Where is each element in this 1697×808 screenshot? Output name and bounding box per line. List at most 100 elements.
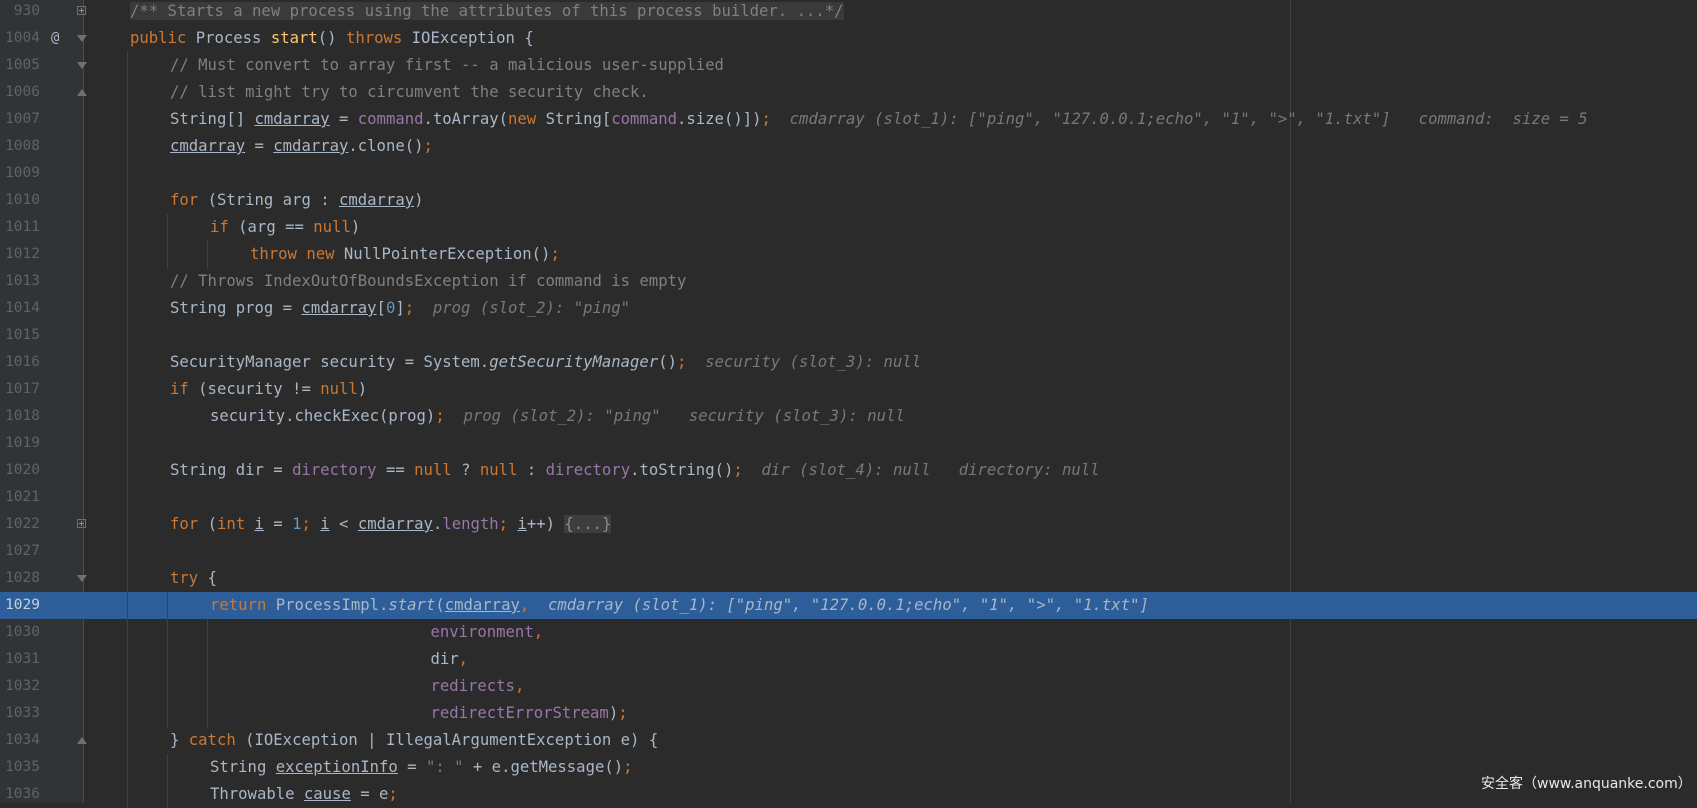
code-line[interactable]: 1031 dir, <box>0 646 1697 673</box>
code-line[interactable]: 1008 cmdarray = cmdarray.clone(); <box>0 133 1697 160</box>
code-line[interactable]: 1005 // Must convert to array first -- a … <box>0 52 1697 79</box>
code-line[interactable]: 1014 String prog = cmdarray[0]; prog (slo… <box>0 295 1697 322</box>
line-number[interactable]: 1018 <box>0 403 40 430</box>
code-token: = <box>263 515 293 533</box>
code-token: redirects <box>430 677 515 695</box>
line-number[interactable]: 1034 <box>0 727 40 754</box>
continuation-indent <box>130 623 430 641</box>
line-number[interactable]: 1029 <box>0 592 40 619</box>
code-line[interactable]: 1022 for (int i = 1; i < cmdarray.length;… <box>0 511 1697 538</box>
code-line[interactable]: 1030 environment, <box>0 619 1697 646</box>
line-number[interactable]: 1035 <box>0 754 40 781</box>
code-line[interactable]: 1009 <box>0 160 1697 187</box>
code-line[interactable]: 1034} catch (IOException | IllegalArgume… <box>0 727 1697 754</box>
line-number[interactable]: 1011 <box>0 214 40 241</box>
line-number[interactable]: 930 <box>0 0 40 25</box>
code-token: i <box>320 515 330 533</box>
code-line[interactable]: 1028 try { <box>0 565 1697 592</box>
line-number[interactable]: 1014 <box>0 295 40 322</box>
fold-expand-icon[interactable] <box>77 519 86 528</box>
line-number[interactable]: 1020 <box>0 457 40 484</box>
code-text: throw new NullPointerException(); <box>250 241 560 268</box>
code-text: public Process start() throws IOExceptio… <box>130 25 534 52</box>
line-number[interactable]: 1028 <box>0 565 40 592</box>
fold-collapse-icon[interactable] <box>77 35 87 42</box>
code-token: environment <box>430 623 534 641</box>
fold-collapse-icon[interactable] <box>77 575 87 582</box>
line-number[interactable]: 1016 <box>0 349 40 376</box>
line-number[interactable]: 1005 <box>0 52 40 79</box>
code-line[interactable]: 1016 SecurityManager security = System.ge… <box>0 349 1697 376</box>
line-number[interactable]: 1019 <box>0 430 40 457</box>
code-text: String dir = directory == null ? null : … <box>170 457 1100 484</box>
code-line[interactable]: 1019 <box>0 430 1697 457</box>
line-number[interactable]: 1008 <box>0 133 40 160</box>
code-line[interactable]: 1010 for (String arg : cmdarray) <box>0 187 1697 214</box>
code-text: redirectErrorStream); <box>130 700 627 727</box>
code-text: environment, <box>130 619 543 646</box>
code-token: [ <box>376 299 386 317</box>
line-number[interactable]: 1012 <box>0 241 40 268</box>
code-text: for (int i = 1; i < cmdarray.length; i++… <box>170 511 612 538</box>
code-token: cmdarray <box>254 110 330 128</box>
code-token: = <box>397 758 426 776</box>
code-token: } <box>170 731 189 749</box>
line-number[interactable]: 1036 <box>0 781 40 808</box>
line-number[interactable]: 1004 <box>0 25 40 52</box>
code-token: Throwable <box>210 785 304 803</box>
line-number[interactable]: 1027 <box>0 538 40 565</box>
line-number[interactable]: 1032 <box>0 673 40 700</box>
code-line[interactable]: 1027 <box>0 538 1697 565</box>
override-marker-icon[interactable]: @ <box>51 25 59 52</box>
code-token: cmdarray <box>444 596 520 614</box>
code-line[interactable]: 1032 redirects, <box>0 673 1697 700</box>
code-line[interactable]: 1007 String[] cmdarray = command.toArray(… <box>0 106 1697 133</box>
code-line[interactable]: 1011 if (arg == null) <box>0 214 1697 241</box>
code-token: /** Starts a new process using the attri… <box>130 2 844 20</box>
code-line[interactable]: 1036 Throwable cause = e; <box>0 781 1697 808</box>
code-line[interactable]: 1021 <box>0 484 1697 511</box>
line-number[interactable]: 1033 <box>0 700 40 727</box>
line-number[interactable]: 1021 <box>0 484 40 511</box>
code-line[interactable]: 1004 @ public Process start() throws IOExc… <box>0 25 1697 52</box>
code-token: IOException { <box>411 29 534 47</box>
code-line[interactable]: 1020 String dir = directory == null ? nul… <box>0 457 1697 484</box>
inline-debug-value: prog (slot_2): "ping" security (slot_3):… <box>444 407 905 425</box>
line-number[interactable]: 1010 <box>0 187 40 214</box>
line-number[interactable]: 1015 <box>0 322 40 349</box>
code-line[interactable]: 1013 // Throws IndexOutOfBoundsException … <box>0 268 1697 295</box>
fold-expand-icon[interactable] <box>77 6 86 15</box>
line-number[interactable]: 1006 <box>0 79 40 106</box>
fold-collapse-icon[interactable] <box>77 737 87 744</box>
fold-collapse-icon[interactable] <box>77 62 87 69</box>
code-token: ) <box>414 191 424 209</box>
code-editor[interactable]: 930 /** Starts a new process using the at… <box>0 0 1697 808</box>
code-token: cmdarray <box>357 515 433 533</box>
code-token: start <box>388 596 436 614</box>
line-number[interactable]: 1022 <box>0 511 40 538</box>
code-token: cause <box>303 785 351 803</box>
line-number[interactable]: 1009 <box>0 160 40 187</box>
code-line[interactable]: 1018 security.checkExec(prog); prog (slot… <box>0 403 1697 430</box>
code-token: String[] <box>170 110 255 128</box>
code-token[interactable]: {...} <box>564 515 612 533</box>
line-number[interactable]: 1017 <box>0 376 40 403</box>
code-line[interactable]: 1017 if (security != null) <box>0 376 1697 403</box>
line-number[interactable]: 1013 <box>0 268 40 295</box>
code-token: null <box>414 461 462 479</box>
execution-line[interactable]: 1029 return ProcessImpl.start(cmdarray, c… <box>0 592 1697 619</box>
code-line[interactable]: 930 /** Starts a new process using the at… <box>0 0 1697 25</box>
code-line[interactable]: 1033 redirectErrorStream); <box>0 700 1697 727</box>
code-token: public <box>130 29 196 47</box>
code-line[interactable]: 1015 <box>0 322 1697 349</box>
code-line[interactable]: 1012 throw new NullPointerException(); <box>0 241 1697 268</box>
line-number[interactable]: 1007 <box>0 106 40 133</box>
code-line[interactable]: 1006 // list might try to circumvent the … <box>0 79 1697 106</box>
code-token: i <box>254 515 264 533</box>
code-line[interactable]: 1035 String exceptionInfo = ": " + e.getM… <box>0 754 1697 781</box>
line-number[interactable]: 1031 <box>0 646 40 673</box>
code-token: = <box>245 137 274 155</box>
code-token: try <box>170 569 208 587</box>
line-number[interactable]: 1030 <box>0 619 40 646</box>
fold-collapse-icon[interactable] <box>77 89 87 96</box>
